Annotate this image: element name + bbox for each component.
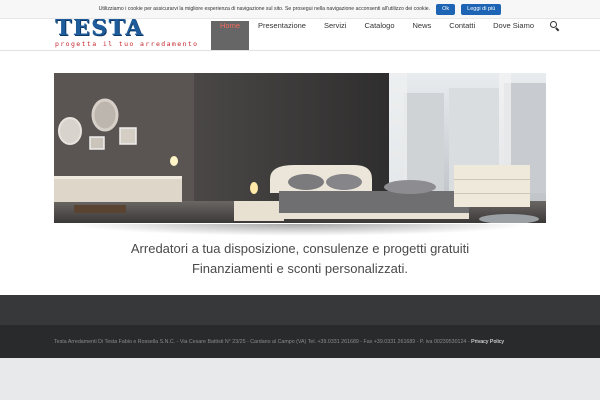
bedroom-photo <box>54 73 546 223</box>
search-icon[interactable] <box>543 18 567 50</box>
nav-item-home[interactable]: Home <box>211 18 250 50</box>
tagline-financing: Finanziamenti e sconti personalizzati. <box>191 261 409 276</box>
page-background <box>0 358 600 400</box>
privacy-policy-link[interactable]: Privacy Policy <box>471 339 504 345</box>
nav-item-news[interactable]: News <box>404 18 441 50</box>
nav-item-presentazione[interactable]: Presentazione <box>249 18 315 50</box>
footer-widgets <box>0 295 600 325</box>
nav-item-catalogo[interactable]: Catalogo <box>355 18 403 50</box>
logo-tagline: progetta il tuo arredamento <box>55 40 199 48</box>
nav-item-dove-siamo[interactable]: Dove Siamo <box>484 18 543 50</box>
nav-item-contatti[interactable]: Contatti <box>440 18 484 50</box>
cookie-banner: Utilizziamo i cookie per assicurarvi la … <box>0 0 600 19</box>
logo-name: TESTA <box>55 15 144 41</box>
cookie-ok-button[interactable]: Ok <box>436 3 456 15</box>
cookie-more-button[interactable]: Leggi di più <box>461 3 502 15</box>
site-logo[interactable]: TESTA progetta il tuo arredamento <box>55 17 198 48</box>
cookie-text: Utilizziamo i cookie per assicurarvi la … <box>98 6 431 12</box>
hero-image <box>54 73 546 223</box>
copyright-text: Testa Arredamenti Di Testa Fabio e Rosse… <box>54 339 504 345</box>
tagline-consulting: Arredatori a tua disposizione, consulenz… <box>130 241 470 256</box>
nav-item-servizi[interactable]: Servizi <box>315 18 356 50</box>
footer-copyright-bar: Testa Arredamenti Di Testa Fabio e Rosse… <box>0 325 600 358</box>
company-info: Testa Arredamenti Di Testa Fabio e Rosse… <box>54 338 472 345</box>
hero-shadow <box>70 224 530 236</box>
main-nav: Home Presentazione Servizi Catalogo News… <box>211 18 567 50</box>
